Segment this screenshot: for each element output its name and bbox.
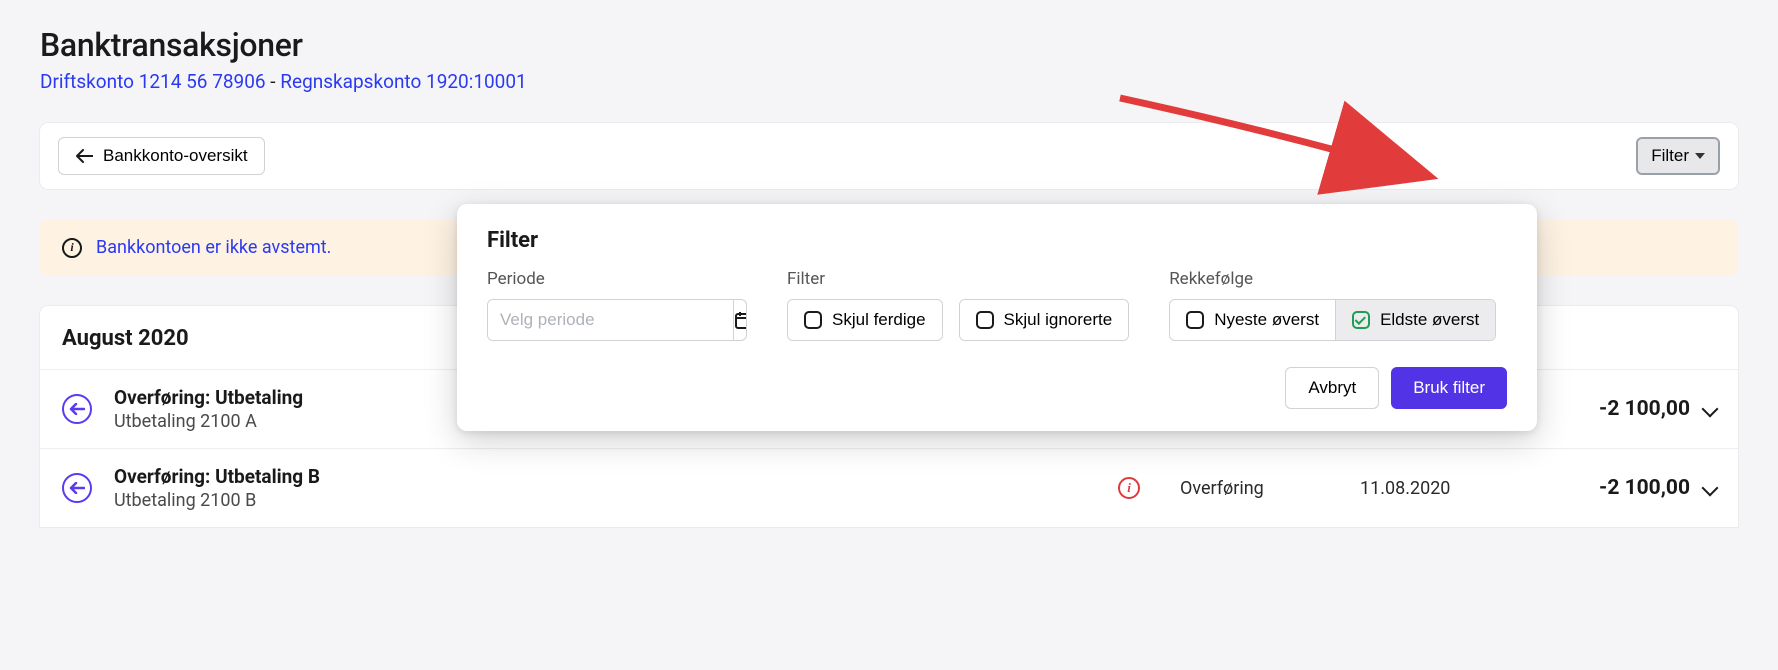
filter-toggle-label: Filter <box>1651 146 1689 166</box>
page-subtitle: Driftskonto 1214 56 78906 - Regnskapskon… <box>40 70 1738 93</box>
tx-subtitle: Utbetaling 2100 B <box>114 490 1078 511</box>
period-input[interactable] <box>488 300 733 340</box>
checkbox-empty-icon <box>976 311 994 329</box>
period-input-wrapper <box>487 299 747 341</box>
table-row[interactable]: Overføring: Utbetaling B Utbetaling 2100… <box>40 448 1738 527</box>
subtitle-separator: - <box>266 70 281 93</box>
transfer-out-icon <box>62 394 92 424</box>
tx-amount: -2 100,00 <box>1520 397 1690 421</box>
filter-panel-title: Filter <box>487 228 1507 253</box>
ledger-link[interactable]: Regnskapskonto 1920:10001 <box>280 70 526 93</box>
expand-row-button[interactable] <box>1704 479 1716 498</box>
tx-date: 11.08.2020 <box>1360 478 1520 499</box>
checkbox-checked-icon <box>1352 311 1370 329</box>
page-title: Banktransaksjoner <box>40 26 1738 64</box>
tx-amount: -2 100,00 <box>1520 476 1690 500</box>
tx-title: Overføring: Utbetaling B <box>114 465 1078 488</box>
hide-ignored-label: Skjul ignorerte <box>1004 310 1113 330</box>
arrow-left-icon <box>75 149 93 163</box>
filter-period-section: Periode <box>487 269 747 341</box>
account-link[interactable]: Driftskonto 1214 56 78906 <box>40 70 266 93</box>
tx-type: Overføring <box>1180 478 1360 499</box>
order-oldest-toggle[interactable]: Eldste øverst <box>1336 300 1495 340</box>
calendar-icon <box>734 310 747 330</box>
back-button[interactable]: Bankkonto-oversikt <box>58 137 265 175</box>
hide-done-label: Skjul ferdige <box>832 310 926 330</box>
order-oldest-label: Eldste øverst <box>1380 310 1479 330</box>
filter-panel: Filter Periode Filter Skjul ferdige <box>457 204 1537 431</box>
chevron-down-icon <box>1702 479 1719 496</box>
filter-flags-label: Filter <box>787 269 1129 289</box>
order-newest-toggle[interactable]: Nyeste øverst <box>1170 300 1336 340</box>
order-label: Rekkefølge <box>1169 269 1496 289</box>
hide-ignored-toggle[interactable]: Skjul ignorerte <box>960 300 1129 340</box>
expand-row-button[interactable] <box>1704 400 1716 419</box>
caret-down-icon <box>1695 153 1705 159</box>
info-icon: i <box>62 238 82 258</box>
apply-filter-button[interactable]: Bruk filter <box>1391 367 1507 409</box>
period-label: Periode <box>487 269 747 289</box>
calendar-button[interactable] <box>733 300 747 340</box>
filter-toggle-button[interactable]: Filter <box>1636 137 1720 175</box>
alert-message[interactable]: Bankkontoen er ikke avstemt. <box>96 237 331 258</box>
hide-done-toggle[interactable]: Skjul ferdige <box>788 300 942 340</box>
order-newest-label: Nyeste øverst <box>1214 310 1319 330</box>
cancel-button[interactable]: Avbryt <box>1285 367 1379 409</box>
chevron-down-icon <box>1702 400 1719 417</box>
back-button-label: Bankkonto-oversikt <box>103 146 248 166</box>
toolbar-card: Bankkonto-oversikt Filter <box>40 123 1738 189</box>
checkbox-empty-icon <box>1186 311 1204 329</box>
transfer-out-icon <box>62 473 92 503</box>
warning-icon: i <box>1118 477 1140 499</box>
filter-flags-section: Filter Skjul ferdige Skjul ignorerte <box>787 269 1129 341</box>
filter-order-section: Rekkefølge Nyeste øverst Eldste øverst <box>1169 269 1496 341</box>
checkbox-empty-icon <box>804 311 822 329</box>
